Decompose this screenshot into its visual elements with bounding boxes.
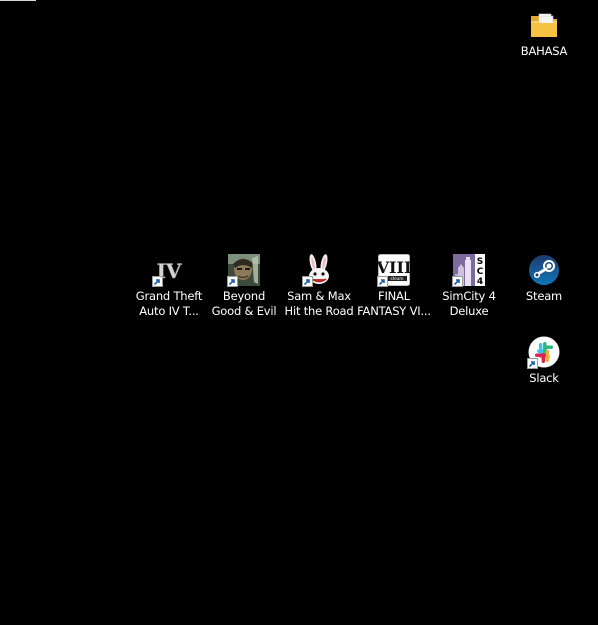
icon-label: BAHASA	[506, 44, 582, 59]
icon-label: FINAL FANTASY VI...	[356, 289, 432, 319]
icon-label-line-1: Sam & Max	[287, 289, 351, 303]
shortcut-arrow-icon	[227, 276, 238, 287]
icon-label-line-1: SimCity 4	[442, 289, 496, 303]
final-fantasy-viii-icon: VIII steam	[377, 254, 410, 287]
svg-text:4: 4	[477, 277, 483, 286]
slack-icon	[527, 336, 560, 369]
desktop-icon-beyond-good-evil[interactable]: Beyond Good & Evil	[206, 254, 282, 319]
folder-icon	[528, 9, 560, 41]
shortcut-arrow-icon	[377, 276, 388, 287]
icon-label: Sam & Max Hit the Road	[281, 289, 357, 319]
desktop[interactable]: BAHASA IV Grand Theft Auto IV T... Beyon…	[0, 0, 598, 625]
shortcut-arrow-icon	[452, 276, 463, 287]
steam-icon	[528, 254, 560, 286]
beyond-good-evil-icon	[227, 254, 260, 287]
shortcut-arrow-icon	[302, 276, 313, 287]
desktop-icon-final-fantasy-viii[interactable]: VIII steam FINAL FANTASY VI...	[356, 254, 432, 319]
icon-label-line-2: Auto IV T...	[139, 304, 199, 318]
desktop-icon-gta-iv[interactable]: IV Grand Theft Auto IV T...	[131, 254, 207, 319]
icon-label-line-1: Steam	[525, 289, 563, 303]
shortcut-arrow-icon	[527, 358, 538, 369]
icon-label-line-1: FINAL	[378, 289, 410, 303]
desktop-icon-bahasa[interactable]: BAHASA	[506, 9, 582, 59]
icon-label-line-2: FANTASY VI...	[357, 304, 431, 318]
simcity-4-icon: S C 4	[452, 254, 485, 287]
icon-label-line-1: Slack	[529, 371, 559, 385]
icon-label: Steam	[506, 289, 582, 304]
gta-iv-icon: IV	[152, 254, 185, 287]
corner-edge	[0, 0, 36, 1]
desktop-icon-slack[interactable]: Slack	[506, 336, 582, 386]
icon-label-line-1: Grand Theft	[135, 289, 203, 303]
desktop-icon-steam[interactable]: Steam	[506, 254, 582, 304]
icon-label-line-2: Good & Evil	[211, 304, 277, 318]
shortcut-arrow-icon	[152, 276, 163, 287]
svg-text:steam: steam	[390, 276, 403, 281]
icon-label-line-2: Deluxe	[449, 304, 489, 318]
icon-label-line-1: Beyond	[222, 289, 266, 303]
desktop-icon-sam-max[interactable]: Sam & Max Hit the Road	[281, 254, 357, 319]
svg-text:VIII: VIII	[378, 258, 410, 277]
desktop-icon-simcity-4[interactable]: S C 4 SimCity 4 Deluxe	[431, 254, 507, 319]
svg-text:C: C	[477, 267, 484, 277]
svg-text:S: S	[477, 257, 483, 267]
icon-label-line-1: BAHASA	[520, 44, 568, 58]
icon-label: Grand Theft Auto IV T...	[131, 289, 207, 319]
icon-label-line-2: Hit the Road	[284, 304, 354, 318]
sam-max-icon	[302, 254, 335, 287]
icon-label: Beyond Good & Evil	[206, 289, 282, 319]
icon-label: Slack	[506, 371, 582, 386]
icon-label: SimCity 4 Deluxe	[431, 289, 507, 319]
